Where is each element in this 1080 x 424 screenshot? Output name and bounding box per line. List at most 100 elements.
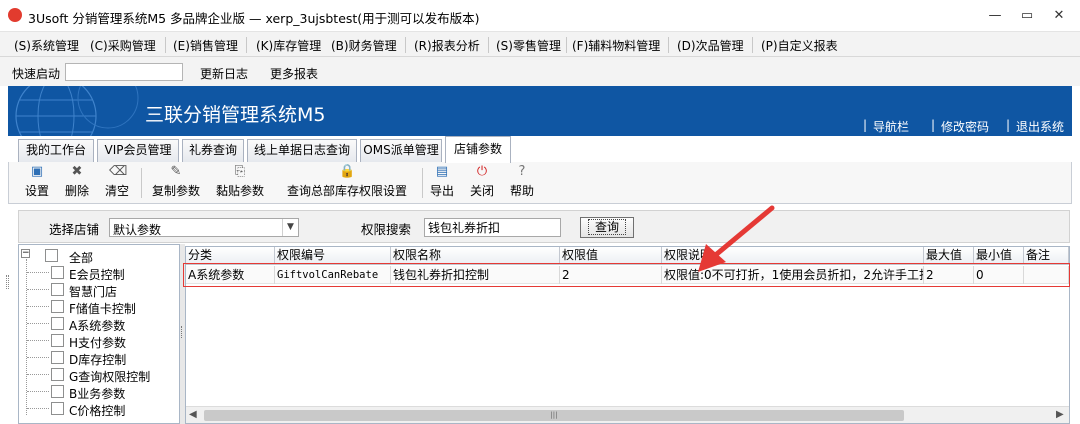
close-window-button[interactable]: ✕ — [1048, 6, 1070, 26]
tree-item-checkbox[interactable] — [51, 300, 64, 313]
tab-online-log-query[interactable]: 线上单据日志查询 — [247, 139, 357, 162]
menu-defective[interactable]: (D)次品管理 — [677, 37, 744, 54]
clear-icon: ⌫ — [109, 164, 128, 179]
permission-search-label: 权限搜索 — [361, 222, 412, 237]
tree-item-label: H支付参数 — [69, 336, 127, 350]
tree-item-label: G查询权限控制 — [69, 370, 151, 384]
lock-icon: 🔒 — [339, 164, 356, 179]
paste-icon: ⎘ — [234, 164, 246, 179]
banner-globe-graphic — [15, 86, 139, 136]
banner: 三联分销管理系统M5 | 导航栏 | 修改密码 | 退出系统 — [8, 86, 1072, 136]
menu-purchase[interactable]: (C)采购管理 — [90, 37, 156, 54]
menu-separator — [488, 37, 489, 53]
menu-separator — [405, 37, 406, 53]
tree-item-label: C价格控制 — [69, 404, 126, 418]
tree-line — [27, 272, 49, 273]
nav-bar-link[interactable]: 导航栏 — [873, 118, 909, 135]
close-icon: ⏻ — [476, 164, 488, 179]
tab-vip-members[interactable]: VIP会员管理 — [97, 139, 179, 162]
menu-finance[interactable]: (B)财务管理 — [331, 37, 397, 54]
tree-item-label: D库存控制 — [69, 353, 127, 367]
tree-item-checkbox[interactable] — [51, 283, 64, 296]
scrollbar-thumb[interactable]: ||| — [204, 410, 904, 421]
restore-button[interactable]: ▭ — [1016, 6, 1038, 26]
banner-title: 三联分销管理系统M5 — [145, 104, 326, 126]
menu-inventory[interactable]: (K)库存管理 — [256, 37, 321, 54]
query-button-label: 查询 — [587, 219, 626, 235]
tree-line — [27, 408, 49, 409]
copy-params-label: 复制参数 — [152, 184, 201, 198]
tree-line — [27, 357, 49, 358]
close-tab-label: 关闭 — [470, 184, 495, 198]
title-bar: 3Usoft 分销管理系统M5 多品牌企业版 — xerp_3ujsbtest(… — [0, 0, 1080, 31]
tree-item-checkbox[interactable] — [51, 368, 64, 381]
settings-label: 设置 — [25, 184, 50, 198]
tree-item-checkbox[interactable] — [51, 351, 64, 364]
more-reports-link[interactable]: 更多报表 — [270, 65, 318, 82]
tree-line — [27, 340, 49, 341]
copy-params-button[interactable]: ✎ 复制参数 — [152, 164, 200, 199]
clear-label: 清空 — [105, 184, 130, 198]
menu-materials[interactable]: (F)辅料物料管理 — [572, 37, 660, 54]
toolbar-separator — [141, 168, 142, 198]
tab-gift-voucher-query[interactable]: 礼券查询 — [182, 139, 244, 162]
menu-system[interactable]: (S)系统管理 — [14, 37, 79, 54]
save-icon: ▣ — [30, 164, 44, 179]
collapse-toggle-icon[interactable]: − — [21, 249, 30, 258]
menu-separator — [668, 37, 669, 53]
export-icon: ▤ — [435, 164, 449, 179]
change-password-link[interactable]: 修改密码 — [941, 118, 989, 135]
tab-oms-dispatch[interactable]: OMS派单管理 — [360, 139, 442, 162]
tab-strip: 我的工作台 VIP会员管理 礼券查询 线上单据日志查询 OMS派单管理 店铺参数 — [0, 136, 1080, 163]
menu-retail[interactable]: (S)零售管理 — [496, 37, 561, 54]
tab-store-params[interactable]: 店铺参数 — [445, 136, 511, 163]
tab-workbench[interactable]: 我的工作台 — [18, 139, 94, 162]
annotation-arrow-icon — [698, 205, 775, 272]
store-select-value: 默认参数 — [113, 223, 162, 237]
help-button[interactable]: ? 帮助 — [510, 164, 534, 199]
tree-item-label: A系统参数 — [69, 319, 126, 333]
tree-item-label: F储值卡控制 — [69, 302, 136, 316]
tree-item-checkbox[interactable] — [51, 317, 64, 330]
copy-icon: ✎ — [170, 164, 182, 179]
paste-params-button[interactable]: ⎘ 黏贴参数 — [216, 164, 264, 199]
hq-stock-permission-button[interactable]: 🔒 查询总部库存权限设置 — [287, 164, 407, 199]
menu-reports[interactable]: (R)报表分析 — [414, 37, 480, 54]
export-label: 导出 — [430, 184, 455, 198]
query-button[interactable]: 查询 — [580, 217, 634, 238]
menu-sales[interactable]: (E)销售管理 — [173, 37, 238, 54]
help-label: 帮助 — [510, 184, 535, 198]
update-log-link[interactable]: 更新日志 — [200, 65, 248, 82]
close-tab-button[interactable]: ⏻ 关闭 — [470, 164, 494, 199]
chevron-down-icon[interactable]: ▼ — [282, 219, 298, 236]
settings-button[interactable]: ▣ 设置 — [25, 164, 49, 199]
logout-link[interactable]: 退出系统 — [1016, 118, 1064, 135]
horizontal-scrollbar[interactable]: ◀ ||| ▶ — [186, 406, 1069, 423]
clear-button[interactable]: ⌫ 清空 — [105, 164, 129, 199]
scroll-right-icon[interactable]: ▶ — [1056, 409, 1064, 420]
delete-icon: ✖ — [71, 164, 83, 179]
tree-item-checkbox[interactable] — [51, 385, 64, 398]
menu-bar: (S)系统管理 (C)采购管理 (E)销售管理 (K)库存管理 (B)财务管理 … — [0, 31, 1080, 57]
tree-root-label: 全部 — [69, 251, 94, 265]
minimize-button[interactable]: — — [984, 6, 1006, 26]
tree-line — [27, 289, 49, 290]
toolbar: ▣ 设置 ✖ 删除 ⌫ 清空 ✎ 复制参数 ⎘ 黏贴参数 🔒 查询总部库存权限设… — [8, 162, 1072, 204]
delete-button[interactable]: ✖ 删除 — [65, 164, 89, 199]
quick-launch-input[interactable] — [65, 63, 183, 81]
tree-root-checkbox[interactable] — [45, 249, 58, 262]
permission-search-input[interactable] — [424, 218, 561, 237]
banner-separator: | — [863, 118, 868, 132]
store-select[interactable]: 默认参数 ▼ — [109, 218, 299, 237]
export-button[interactable]: ▤ 导出 — [430, 164, 454, 199]
tree-item-checkbox[interactable] — [51, 334, 64, 347]
store-select-label: 选择店铺 — [49, 222, 100, 237]
tree-item-checkbox[interactable] — [51, 266, 64, 279]
tree-item-checkbox[interactable] — [51, 402, 64, 415]
scroll-left-icon[interactable]: ◀ — [189, 409, 197, 420]
panel-grip[interactable] — [6, 275, 9, 289]
tree-line — [27, 391, 49, 392]
menu-separator — [165, 37, 166, 53]
menu-custom-reports[interactable]: (P)自定义报表 — [761, 37, 838, 54]
window-title: 3Usoft 分销管理系统M5 多品牌企业版 — xerp_3ujsbtest(… — [28, 11, 480, 26]
